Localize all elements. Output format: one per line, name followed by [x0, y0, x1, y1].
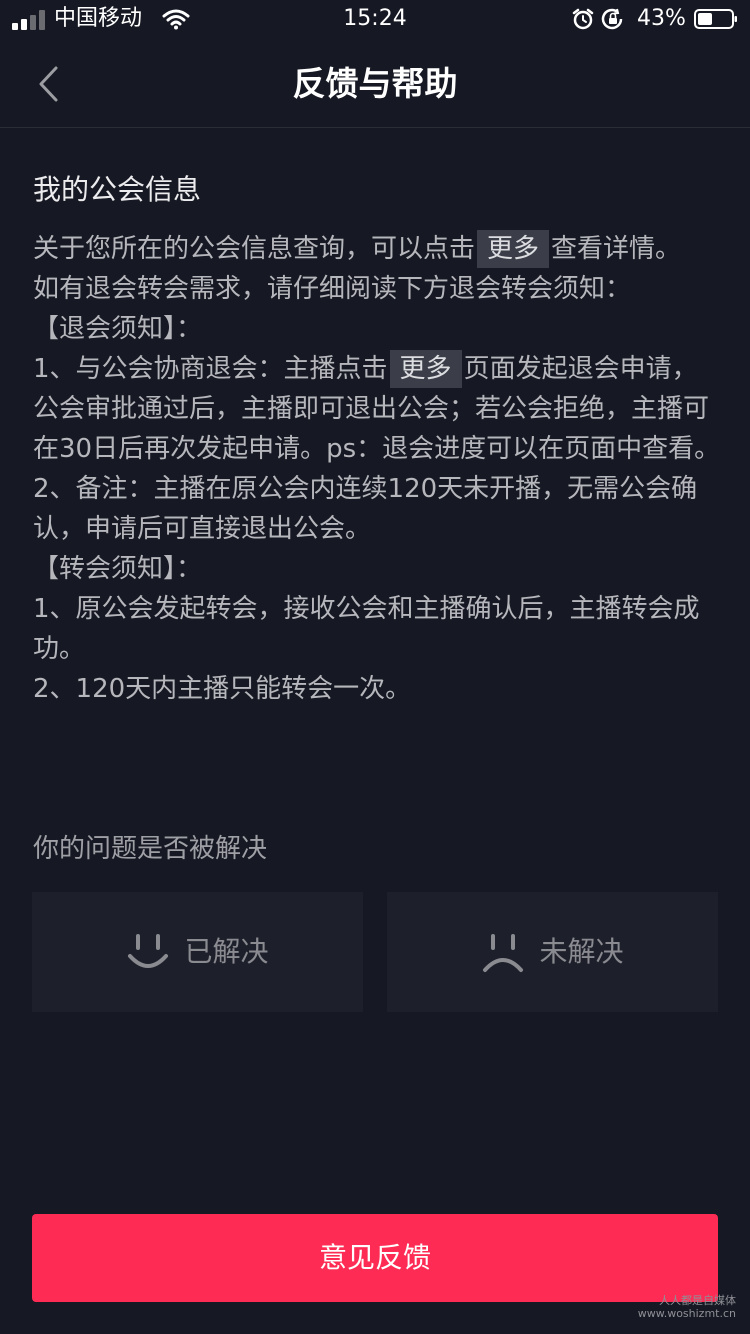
paragraph: 【退会须知】：: [33, 314, 203, 344]
paragraph: 关于您所在的公会信息查询，可以点击 更多 查看详情。: [33, 229, 723, 269]
more-link[interactable]: 更多: [477, 230, 550, 268]
frown-icon: [483, 934, 524, 972]
unresolved-label: 未解决: [539, 935, 624, 968]
resolved-label: 已解决: [184, 935, 269, 968]
status-bar: 中国移动 15:24 43%: [0, 0, 750, 40]
page-title: 反馈与帮助: [292, 64, 458, 103]
battery-percent: 43%: [637, 6, 686, 31]
paragraph: 【转会须知】：: [33, 554, 203, 584]
paragraph: 1、与公会协商退会：主播点击 更多 页面发起退会申请，公会审批通过后，主播即可退出公…: [33, 349, 723, 469]
feedback-button-label: 意见反馈: [318, 1241, 431, 1274]
resolved-button[interactable]: 已解决: [32, 892, 363, 1012]
paragraph: 如有退会转会需求，请仔细阅读下方退会转会须知：: [33, 274, 632, 304]
page: 中国移动 15:24 43% 反馈与帮助 我的公会信息 关于您所在的公会信息查询…: [0, 0, 750, 1334]
feedback-button[interactable]: 意见反馈: [32, 1214, 718, 1302]
alarm-icon: [572, 8, 594, 30]
rotation-lock-icon: [601, 8, 623, 30]
paragraph: 1、原公会发起转会，接收公会和主播确认后，主播转会成功。: [33, 594, 700, 664]
guild-info-text: 关于您所在的公会信息查询，可以点击 更多 查看详情。 如有退会转会需求，请仔细阅读下…: [33, 229, 723, 709]
more-link[interactable]: 更多: [389, 350, 462, 388]
paragraph: 2、120天内主播只能转会一次。: [33, 674, 412, 704]
section-title: 我的公会信息: [33, 173, 202, 206]
unresolved-button[interactable]: 未解决: [387, 892, 718, 1012]
watermark: 人人都是自媒体 www.woshizmt.cn: [638, 1294, 736, 1320]
smile-icon: [128, 934, 169, 968]
paragraph: 2、备注：主播在原公会内连续120天未开播，无需公会确认，申请后可直接退出公会。: [33, 474, 698, 544]
watermark-line: www.woshizmt.cn: [637, 1307, 736, 1320]
nav-bar: 反馈与帮助: [0, 40, 750, 128]
battery-icon: [694, 9, 737, 29]
resolved-question: 你的问题是否被解决: [33, 834, 268, 864]
watermark-line: 人人都是自媒体: [659, 1294, 736, 1307]
